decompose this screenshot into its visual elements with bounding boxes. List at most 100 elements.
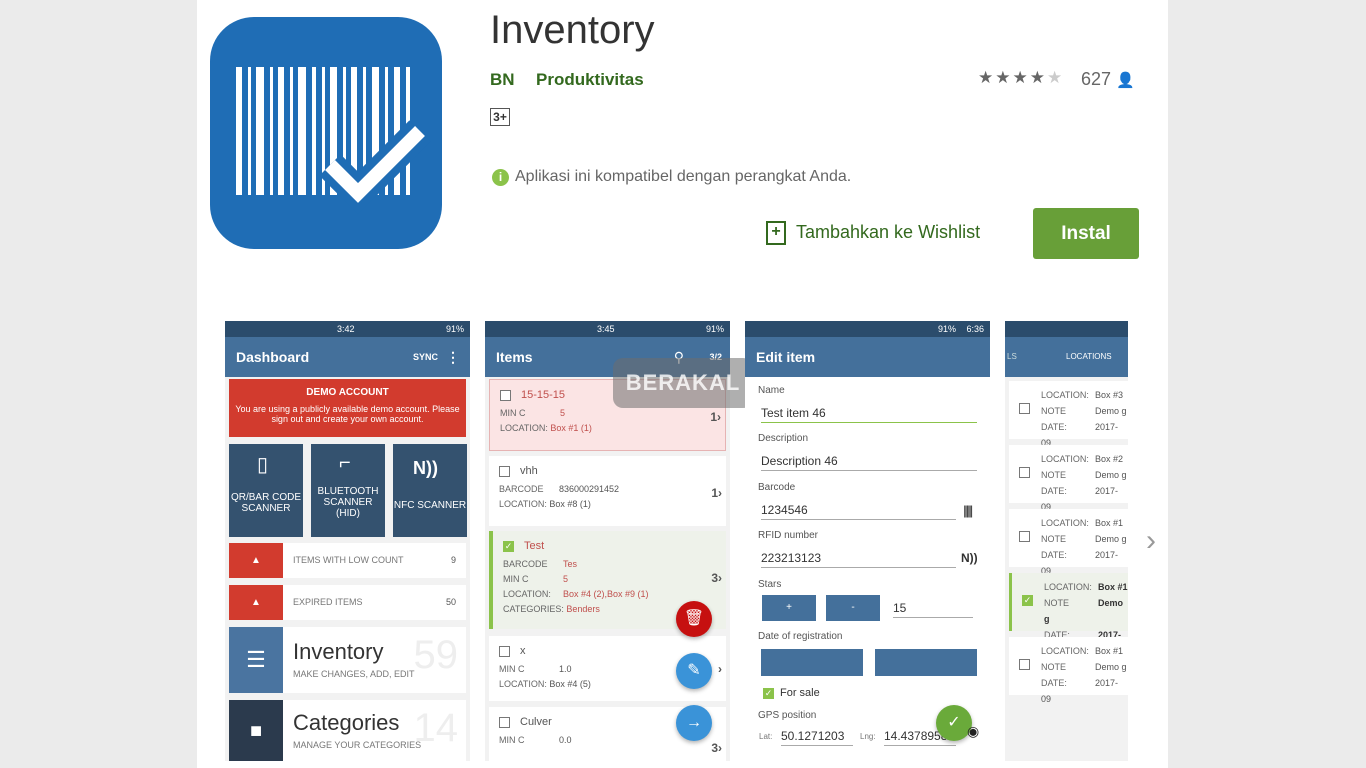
checkbox[interactable] — [1019, 531, 1030, 542]
categories-section[interactable]: ■ 14 Categories MANAGE YOUR CATEGORIES — [229, 700, 466, 761]
chevron-right-icon: › — [718, 486, 722, 500]
screenshot-dashboard[interactable]: 3:42 91% Dashboard SYNC ⋮ DEMO ACCOUNT You a… — [225, 321, 470, 761]
wishlist-button[interactable]: + Tambahkan ke Wishlist — [766, 221, 980, 245]
location-card[interactable]: LOCATION: Box #3 NOTE Demo g DATE: 2017-09 — [1009, 381, 1128, 448]
checkbox[interactable] — [499, 645, 510, 657]
nfc-icon[interactable]: N)) — [961, 551, 978, 565]
screenshot-edit-item[interactable]: 91% 6:36 Edit item Name Test item 46 Desc… — [745, 321, 990, 761]
compat-text: Aplikasi ini kompatibel dengan perangkat… — [515, 168, 852, 185]
row-count: 9 — [450, 555, 456, 565]
field-label: Date of registration — [758, 631, 843, 642]
field-key: MIN C — [503, 574, 529, 584]
checkbox[interactable] — [500, 389, 511, 401]
tile-label: QR/BAR CODE SCANNER — [230, 492, 301, 514]
folder-icon: ■ — [229, 700, 283, 761]
bookmark-add-icon: + — [766, 221, 786, 245]
name-input[interactable]: Test item 46 — [761, 406, 977, 423]
section-count: 59 — [413, 633, 459, 677]
more-icon[interactable]: ⋮ — [446, 337, 460, 377]
field-value: Box #1 — [1095, 518, 1124, 528]
tab-locations[interactable]: LOCATIONS — [1066, 337, 1112, 377]
app-bar: Edit item — [745, 337, 990, 377]
tab-partial[interactable]: LS — [1007, 337, 1017, 377]
tile-label: BLUETOOTH SCANNER (HID) — [317, 486, 379, 519]
expired-row[interactable]: ▲ EXPIRED ITEMS 50 — [229, 585, 466, 620]
location-card[interactable]: LOCATION: Box #1 NOTE Demo g DATE: 2017-09 — [1009, 509, 1128, 576]
bluetooth-scanner-tile[interactable]: ⌐ BLUETOOTH SCANNER (HID) — [311, 444, 385, 537]
field-key: CATEGORIES: — [503, 604, 564, 614]
rating-stars: ★★★★★ — [978, 68, 1065, 87]
demo-banner: DEMO ACCOUNT You are using a publicly ava… — [229, 379, 466, 437]
row-label: EXPIRED ITEMS — [293, 597, 363, 607]
status-bar: 3:42 91% — [225, 321, 470, 337]
time-button[interactable] — [875, 649, 977, 676]
field-key: DATE: — [1041, 422, 1067, 432]
checkbox[interactable] — [1019, 403, 1030, 414]
barcode-icon[interactable]: |||||| — [963, 503, 973, 518]
field-key: LOCATION: — [499, 499, 547, 509]
item-name: x — [520, 645, 526, 657]
category-link[interactable]: Produktivitas — [536, 70, 644, 90]
delete-fab[interactable]: 🗑 — [676, 601, 712, 637]
checkbox[interactable]: ✓ — [1022, 595, 1033, 606]
watermark: BERAKAL — [613, 358, 753, 408]
item-name: vhh — [520, 465, 538, 477]
location-card[interactable]: LOCATION: Box #2 NOTE Demo g DATE: 2017-09 — [1009, 445, 1128, 512]
nfc-scanner-tile[interactable]: N)) NFC SCANNER — [393, 444, 467, 537]
field-value: 836000291452 — [559, 484, 620, 494]
barcode-input[interactable]: 1234546 — [761, 503, 956, 520]
field-label: Name — [758, 385, 785, 396]
checkbox[interactable] — [499, 465, 510, 477]
location-card[interactable]: ✓ LOCATION:Box #1 NOTEDemo g DATE:2017-0… — [1009, 573, 1128, 656]
qr-scanner-tile[interactable]: ▯ QR/BAR CODE SCANNER — [229, 444, 303, 537]
status-time: 6:36 — [966, 324, 984, 334]
status-time: 3:45 — [597, 324, 615, 334]
field-key: LOCATION: — [1041, 390, 1089, 400]
field-key: NOTE — [1041, 406, 1067, 416]
field-key: LOCATION: — [1041, 454, 1089, 464]
decrement-button[interactable]: - — [826, 595, 880, 621]
item-count: 1 — [711, 486, 718, 500]
info-icon: i — [492, 169, 509, 186]
install-button[interactable]: Instal — [1033, 208, 1139, 259]
rating-count: 627 👤 — [1081, 69, 1135, 90]
description-input[interactable]: Description 46 — [761, 454, 977, 471]
phone-scan-icon: ▯ — [257, 454, 269, 476]
forward-fab[interactable]: → — [676, 705, 712, 741]
field-key: BARCODE — [499, 484, 544, 494]
field-value: Demo g — [1095, 470, 1127, 480]
field-key: LOCATION: — [1041, 646, 1089, 656]
wishlist-label: Tambahkan ke Wishlist — [796, 221, 981, 242]
edit-fab[interactable]: ✎ — [676, 653, 712, 689]
sync-button[interactable]: SYNC — [413, 337, 438, 377]
field-value: Box #3 — [1095, 390, 1124, 400]
field-value: Box #1 (1) — [550, 423, 592, 433]
checkbox[interactable] — [499, 716, 510, 728]
checkbox[interactable] — [1019, 659, 1030, 670]
checkbox[interactable] — [1019, 467, 1030, 478]
status-bar — [1005, 321, 1128, 337]
field-value: Box #4 (5) — [549, 679, 591, 689]
lat-input[interactable]: 50.1271203 — [781, 729, 853, 746]
rfid-input[interactable]: 223213123 — [761, 551, 956, 568]
field-value: Benders — [566, 604, 600, 614]
row-label: ITEMS WITH LOW COUNT — [293, 555, 404, 565]
date-button[interactable] — [761, 649, 863, 676]
increment-button[interactable]: + — [762, 595, 816, 621]
arrow-right-icon: → — [686, 714, 702, 731]
stars-input[interactable]: 15 — [893, 601, 973, 618]
inventory-section[interactable]: ☰ 59 Inventory MAKE CHANGES, ADD, EDIT — [229, 627, 466, 693]
status-battery: 91% — [445, 324, 464, 334]
for-sale-checkbox[interactable]: ✓ For sale — [763, 687, 820, 699]
checkbox-checked[interactable]: ✓ — [503, 540, 514, 552]
low-count-row[interactable]: ▲ ITEMS WITH LOW COUNT 9 — [229, 543, 466, 578]
developer-link[interactable]: BN — [490, 70, 515, 90]
list-item[interactable]: vhh BARCODE 836000291452 LOCATION: Box #8 (… — [489, 456, 726, 526]
field-value: Box #8 (1) — [549, 499, 591, 509]
for-sale-label: For sale — [780, 687, 820, 699]
screenshot-locations[interactable]: LS LOCATIONS LOCATION: Box #3 NOTE Demo g D… — [1005, 321, 1128, 761]
location-card[interactable]: LOCATION: Box #1 NOTE Demo g DATE: 2017-09 — [1009, 637, 1128, 704]
chevron-right-icon[interactable]: › — [1146, 524, 1156, 558]
field-key: NOTE — [1041, 662, 1067, 672]
location-target-icon[interactable]: ◉ — [967, 723, 979, 740]
